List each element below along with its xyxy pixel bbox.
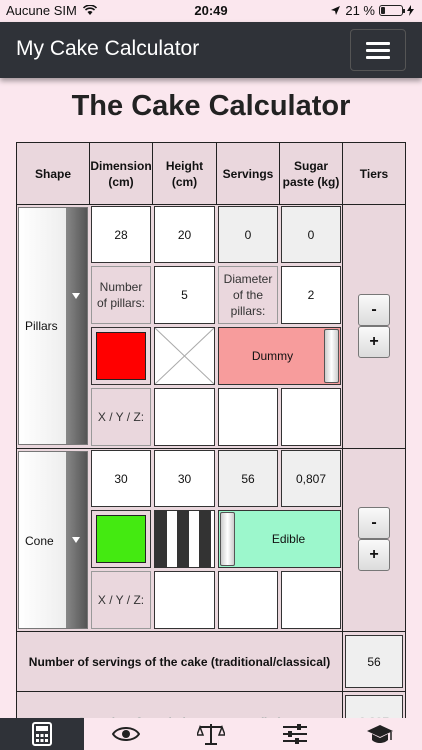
page-title: The Cake Calculator: [71, 90, 351, 122]
calculator-icon: [32, 722, 52, 746]
sugar-paste-output: 0: [281, 206, 341, 263]
color-picker[interactable]: [91, 510, 151, 568]
servings-output: 56: [218, 450, 278, 507]
tab-settings[interactable]: [253, 718, 337, 750]
col-header-dimension: Dimension (cm): [89, 142, 153, 205]
servings-total-value: 56: [345, 635, 403, 688]
toggle-knob[interactable]: [220, 512, 235, 566]
pillar-diameter-input[interactable]: 2: [281, 266, 341, 324]
tab-calculator[interactable]: [0, 718, 84, 750]
add-tier-button[interactable]: +: [358, 539, 390, 571]
remove-tier-button[interactable]: -: [358, 507, 390, 539]
col-header-tiers: Tiers: [342, 142, 406, 205]
app-bar: My Cake Calculator: [0, 22, 422, 78]
xyz-label: X / Y / Z:: [91, 388, 151, 446]
add-tier-button[interactable]: +: [358, 326, 390, 358]
edible-toggle[interactable]: Edible: [218, 510, 341, 568]
shape-select[interactable]: Pillars: [18, 207, 88, 445]
toggle-knob[interactable]: [324, 329, 339, 383]
x-input[interactable]: [154, 571, 215, 629]
pillar-diameter-label: Diameter of the pillars:: [218, 266, 278, 324]
pattern-stripes[interactable]: [154, 510, 215, 568]
battery-percent: 21 %: [345, 3, 375, 18]
scale-icon: [197, 724, 225, 745]
dimension-input[interactable]: 28: [91, 206, 151, 263]
sugar-paste-output: 0,807: [281, 450, 341, 507]
z-input[interactable]: [281, 571, 341, 629]
chevron-down-icon: [66, 452, 87, 628]
location-arrow-icon: [331, 6, 341, 15]
dummy-toggle[interactable]: Dummy: [218, 327, 341, 385]
tab-learn[interactable]: [338, 718, 422, 750]
col-header-sugar-paste: Sugar paste (kg): [279, 142, 343, 205]
chevron-down-icon: [66, 208, 87, 444]
pillars-count-input[interactable]: 5: [154, 266, 215, 324]
color-swatch: [96, 332, 146, 380]
z-input[interactable]: [281, 388, 341, 446]
tab-view[interactable]: [84, 718, 168, 750]
bottom-tab-bar: [0, 718, 422, 750]
color-swatch: [96, 515, 146, 563]
remove-tier-button[interactable]: -: [358, 294, 390, 326]
y-input[interactable]: [218, 388, 278, 446]
hamburger-icon: [366, 42, 390, 45]
eye-icon: [112, 727, 140, 741]
col-header-shape: Shape: [16, 142, 90, 205]
col-header-height: Height (cm): [152, 142, 217, 205]
y-input[interactable]: [218, 571, 278, 629]
pattern-placeholder[interactable]: [154, 327, 215, 385]
shape-select[interactable]: Cone: [18, 451, 88, 629]
xyz-label: X / Y / Z:: [91, 571, 151, 629]
col-header-servings: Servings: [216, 142, 280, 205]
x-input[interactable]: [154, 388, 215, 446]
shape-select-value: Cone: [25, 534, 54, 548]
graduation-cap-icon: [367, 725, 393, 743]
pillars-count-label: Number of pillars:: [91, 266, 151, 324]
hamburger-menu-button[interactable]: [350, 29, 406, 71]
dimension-input[interactable]: 30: [91, 450, 151, 507]
tab-weights[interactable]: [169, 718, 253, 750]
empty-image-icon: [155, 328, 214, 384]
status-bar: Aucune SIM 20:49 21 %: [0, 0, 422, 22]
color-picker[interactable]: [91, 327, 151, 385]
app-title: My Cake Calculator: [16, 37, 200, 60]
battery-icon: [379, 5, 405, 16]
height-input[interactable]: 20: [154, 206, 215, 263]
height-input[interactable]: 30: [154, 450, 215, 507]
sliders-icon: [283, 724, 307, 744]
servings-output: 0: [218, 206, 278, 263]
toggle-label: Dummy: [251, 349, 294, 363]
charging-bolt-icon: [407, 5, 414, 16]
servings-total-label: Number of servings of the cake (traditio…: [16, 631, 343, 692]
shape-select-value: Pillars: [25, 319, 58, 333]
toggle-label: Edible: [271, 532, 306, 546]
